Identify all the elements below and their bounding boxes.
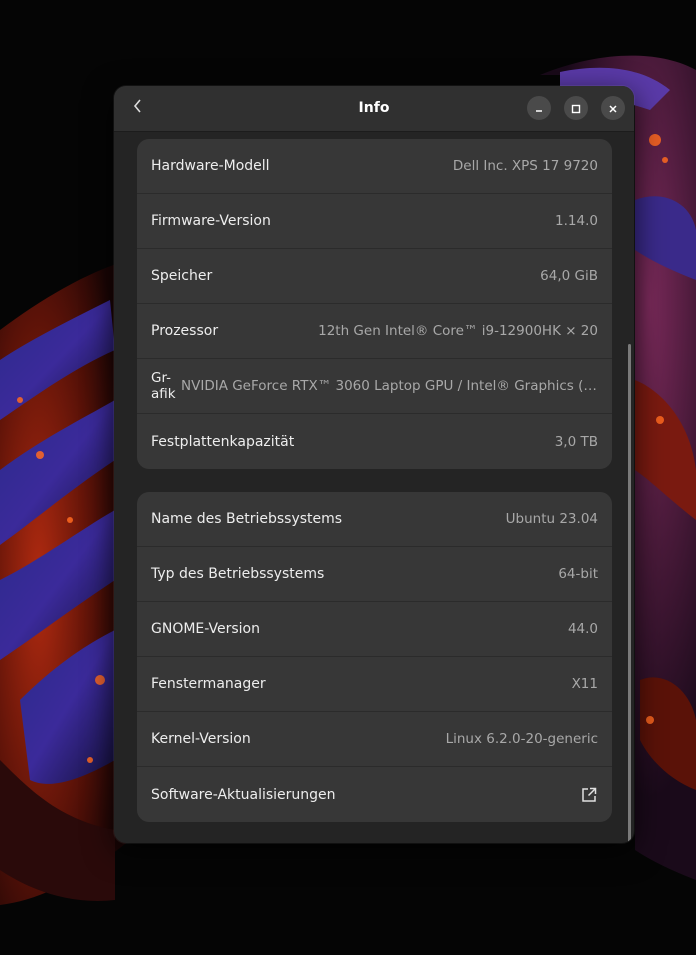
external-link-icon xyxy=(580,786,598,804)
row-value: NVIDIA GeForce RTX™ 3060 Laptop GPU / In… xyxy=(181,378,598,394)
row-memory: Speicher 64,0 GiB xyxy=(137,249,612,304)
row-label: Gr-afik xyxy=(151,370,176,402)
maximize-button[interactable] xyxy=(564,96,588,120)
row-label: GNOME-Version xyxy=(151,621,260,637)
row-label: Software-Aktualisierungen xyxy=(151,786,336,803)
scroll-content[interactable]: Hardware-Modell Dell Inc. XPS 17 9720 Fi… xyxy=(114,132,634,843)
row-label: Name des Betriebssystems xyxy=(151,511,343,527)
window-title: Info xyxy=(358,100,390,116)
scrollbar[interactable] xyxy=(628,344,631,843)
row-os-name: Name des Betriebssystems Ubuntu 23.04 xyxy=(137,492,612,547)
row-label: Kernel-Version xyxy=(151,731,251,747)
row-value: Linux 6.2.0-20-generic xyxy=(445,731,598,747)
row-os-type: Typ des Betriebssystems 64-bit xyxy=(137,547,612,602)
hardware-group: Hardware-Modell Dell Inc. XPS 17 9720 Fi… xyxy=(137,139,612,469)
row-value: Dell Inc. XPS 17 9720 xyxy=(452,158,598,174)
row-label: Typ des Betriebssystems xyxy=(151,566,325,582)
system-group: Name des Betriebssystems Ubuntu 23.04 Ty… xyxy=(137,492,612,822)
row-value: 1.14.0 xyxy=(555,213,598,229)
row-kernel-version: Kernel-Version Linux 6.2.0-20-generic xyxy=(137,712,612,767)
row-value: X11 xyxy=(571,676,598,692)
row-graphics: Gr-afik NVIDIA GeForce RTX™ 3060 Laptop … xyxy=(137,359,612,414)
row-label: Fenstermanager xyxy=(151,676,266,692)
row-label: Speicher xyxy=(151,268,213,284)
headerbar: Info xyxy=(114,86,634,132)
row-value: 12th Gen Intel® Core™ i9-12900HK × 20 xyxy=(318,323,598,339)
row-software-updates[interactable]: Software-Aktualisierungen xyxy=(137,767,612,822)
minimize-icon xyxy=(534,99,544,118)
row-label: Hardware-Modell xyxy=(151,158,270,174)
about-window: Info Hardware-Modell Dell Inc. XPS 17 97… xyxy=(114,86,634,843)
row-value: 64-bit xyxy=(558,566,598,582)
row-value: 44.0 xyxy=(567,621,598,637)
row-value: Ubuntu 23.04 xyxy=(505,511,598,527)
close-button[interactable] xyxy=(601,96,625,120)
row-firmware-version: Firmware-Version 1.14.0 xyxy=(137,194,612,249)
row-gnome-version: GNOME-Version 44.0 xyxy=(137,602,612,657)
row-value: 64,0 GiB xyxy=(540,268,598,284)
row-label: Festplattenkapazität xyxy=(151,433,295,450)
row-label: Firmware-Version xyxy=(151,213,271,229)
row-window-manager: Fenstermanager X11 xyxy=(137,657,612,712)
maximize-icon xyxy=(571,99,581,118)
row-processor: Prozessor 12th Gen Intel® Core™ i9-12900… xyxy=(137,304,612,359)
row-disk-capacity: Festplattenkapazität 3,0 TB xyxy=(137,414,612,469)
row-hardware-model: Hardware-Modell Dell Inc. XPS 17 9720 xyxy=(137,139,612,194)
row-label: Prozessor xyxy=(151,323,219,339)
row-value: 3,0 TB xyxy=(554,433,598,450)
close-icon xyxy=(608,99,618,118)
minimize-button[interactable] xyxy=(527,96,551,120)
